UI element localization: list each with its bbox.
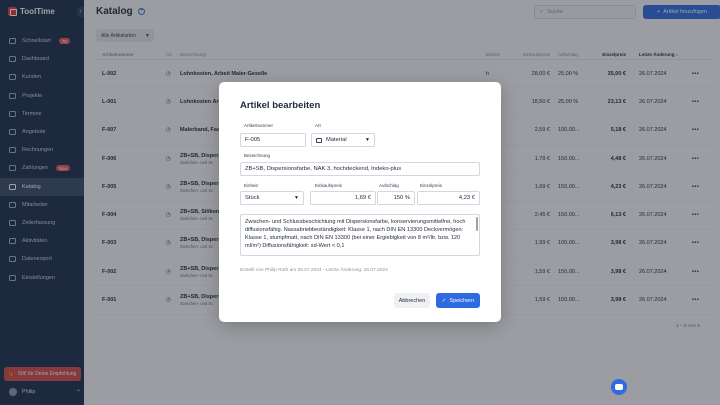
cancel-label: Abbrechen xyxy=(398,297,426,304)
art-label: Art xyxy=(315,123,321,128)
einzelpreis-label: Einzelpreis xyxy=(420,183,443,188)
save-button[interactable]: ✓ Speichern xyxy=(436,293,480,308)
art-select[interactable]: Material ▼ xyxy=(311,133,375,147)
einkaufspreis-label: Einkaufspreis xyxy=(315,183,343,188)
dialog-title: Artikel bearbeiten xyxy=(240,100,321,111)
aufschlag-label: Aufschlag xyxy=(379,183,399,188)
bezeichnung-value: ZB+SB, Dispersionsfarbe, NAK 3, hochdeck… xyxy=(245,166,402,172)
artikelnummer-value: F-005 xyxy=(245,137,261,143)
aufschlag-input[interactable]: 150 % xyxy=(377,191,415,205)
save-label: Speichern xyxy=(449,297,475,304)
art-value: Material xyxy=(326,137,347,143)
cancel-button[interactable]: Abbrechen xyxy=(394,293,430,308)
einheit-label: Einheit xyxy=(244,183,258,188)
einzelpreis-input[interactable]: 4,23 € xyxy=(417,191,480,205)
textarea-scrollbar[interactable] xyxy=(476,217,478,231)
edit-article-dialog: Artikel bearbeiten Artikelnummer F-005 A… xyxy=(219,82,501,322)
caret-down-icon: ▼ xyxy=(294,195,299,201)
description-text: Zwischen- und Schlussbeschichtung mit Di… xyxy=(245,219,466,250)
artikelnummer-input[interactable]: F-005 xyxy=(240,133,306,147)
einheit-select[interactable]: Stück ▼ xyxy=(240,191,304,205)
bezeichnung-input[interactable]: ZB+SB, Dispersionsfarbe, NAK 3, hochdeck… xyxy=(240,162,480,176)
caret-down-icon: ▼ xyxy=(365,137,370,143)
aufschlag-value: 150 % xyxy=(393,195,410,201)
artikelnummer-label: Artikelnummer xyxy=(244,123,274,128)
check-icon: ✓ xyxy=(441,297,447,304)
description-textarea[interactable]: Zwischen- und Schlussbeschichtung mit Di… xyxy=(240,214,480,256)
created-meta: Erstellt von Philip Roth am 26.07.2024 -… xyxy=(240,268,388,273)
einheit-value: Stück xyxy=(245,195,260,201)
chat-support-button[interactable] xyxy=(611,379,627,395)
bezeichnung-label: Bezeichnung xyxy=(244,153,271,158)
einkaufspreis-input[interactable]: 1,69 € xyxy=(310,191,376,205)
einzelpreis-value: 4,23 € xyxy=(458,195,475,201)
einkaufspreis-value: 1,69 € xyxy=(354,195,371,201)
material-box-icon xyxy=(316,137,322,143)
